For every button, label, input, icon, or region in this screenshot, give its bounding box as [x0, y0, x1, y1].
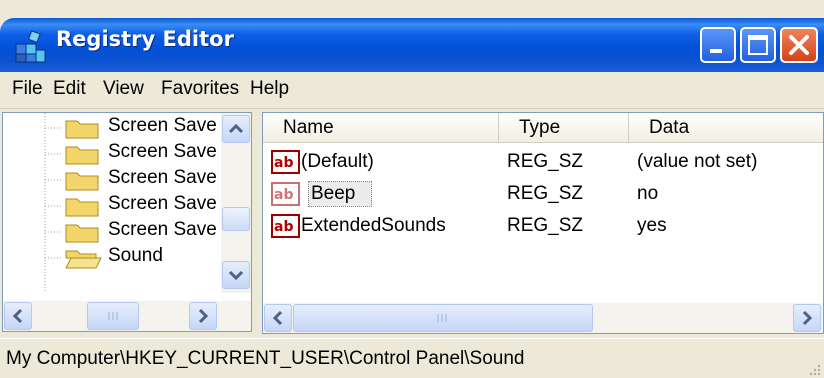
status-bar: My Computer\HKEY_CURRENT_USER\Control Pa…: [0, 338, 824, 378]
chevron-right-icon: [198, 308, 209, 324]
values-list-pane[interactable]: Name Type Data ab (Default) REG_SZ (valu…: [262, 112, 824, 334]
folder-icon: [65, 172, 99, 191]
value-data: (value not set): [637, 151, 758, 172]
tree-item[interactable]: Screen Save: [3, 167, 223, 193]
grip-icon: [437, 314, 447, 322]
value-type: REG_SZ: [507, 183, 584, 204]
scroll-up-button[interactable]: [222, 115, 250, 143]
minimize-button[interactable]: [700, 27, 736, 63]
chevron-right-icon: [802, 310, 813, 326]
maximize-icon: [748, 35, 768, 55]
tree-item-label: Screen Save: [108, 193, 217, 214]
value-type: REG_SZ: [507, 215, 584, 236]
value-name: (Default): [301, 151, 374, 172]
scroll-left-button[interactable]: [264, 304, 292, 332]
minimize-icon: [710, 49, 722, 53]
chevron-left-icon: [12, 308, 23, 324]
pane-splitter[interactable]: [252, 112, 262, 334]
svg-text:ab: ab: [274, 187, 293, 203]
svg-text:ab: ab: [274, 219, 293, 235]
tree-item[interactable]: Screen Save: [3, 141, 223, 167]
scroll-thumb[interactable]: [87, 302, 139, 330]
scroll-down-button[interactable]: [222, 261, 250, 289]
menu-view[interactable]: View: [103, 78, 144, 100]
status-key-path: My Computer\HKEY_CURRENT_USER\Control Pa…: [6, 348, 525, 369]
close-button[interactable]: [780, 27, 818, 63]
tree-vertical-scrollbar[interactable]: [221, 113, 251, 293]
resize-grip-icon[interactable]: [806, 361, 822, 377]
tree-item-label: Screen Save: [108, 219, 217, 240]
registry-editor-window: Registry Editor File Edit View Favorites…: [0, 0, 824, 378]
list-horizontal-scrollbar[interactable]: [263, 303, 823, 333]
tree-item[interactable]: Screen Save: [3, 193, 223, 219]
tree-item-label: Screen Save: [108, 167, 217, 188]
registry-value-row[interactable]: ab ExtendedSounds REG_SZ yes: [263, 213, 803, 243]
column-header-type[interactable]: Type: [499, 113, 629, 143]
tree-item-sound[interactable]: Sound: [3, 245, 223, 271]
string-value-icon: ab: [271, 150, 300, 174]
tree-item[interactable]: Screen Save: [3, 219, 223, 245]
tree-item-label: Screen Save: [108, 115, 217, 136]
registry-editor-icon: [15, 30, 46, 63]
scroll-right-button[interactable]: [189, 302, 217, 330]
tree-horizontal-scrollbar[interactable]: [3, 301, 251, 331]
tree-item[interactable]: Screen Save: [3, 115, 223, 141]
tree-item-label: Sound: [108, 245, 163, 266]
close-icon: [789, 35, 809, 55]
string-value-icon: ab: [271, 214, 300, 238]
key-tree-pane[interactable]: Screen Save Screen Save Screen Save Scre…: [2, 112, 252, 332]
scroll-right-button[interactable]: [793, 304, 821, 332]
window-title: Registry Editor: [56, 27, 234, 51]
menu-edit[interactable]: Edit: [53, 78, 86, 100]
menu-file[interactable]: File: [12, 78, 43, 100]
maximize-button[interactable]: [740, 27, 776, 63]
scroll-left-button[interactable]: [4, 302, 32, 330]
chevron-down-icon: [228, 270, 244, 281]
folder-icon: [65, 224, 99, 243]
folder-icon: [65, 198, 99, 217]
menu-help[interactable]: Help: [250, 78, 289, 100]
value-name: ExtendedSounds: [301, 215, 446, 236]
value-data: yes: [637, 215, 667, 236]
open-folder-icon: [65, 250, 102, 269]
value-name: Beep: [311, 183, 356, 204]
chevron-up-icon: [228, 123, 244, 134]
column-header-name[interactable]: Name: [263, 113, 499, 143]
chevron-left-icon: [272, 310, 283, 326]
svg-text:ab: ab: [274, 155, 293, 171]
registry-value-row-selected[interactable]: ab Beep REG_SZ no: [263, 181, 803, 211]
menu-bar: File Edit View Favorites Help: [0, 72, 824, 109]
value-data: no: [637, 183, 659, 204]
string-value-icon: ab: [271, 182, 300, 206]
scroll-thumb[interactable]: [293, 304, 593, 332]
column-header-data[interactable]: Data: [629, 113, 823, 143]
title-bar[interactable]: Registry Editor: [0, 0, 824, 72]
menu-favorites[interactable]: Favorites: [161, 78, 239, 100]
value-type: REG_SZ: [507, 151, 584, 172]
registry-value-row[interactable]: ab (Default) REG_SZ (value not set): [263, 149, 803, 179]
grip-icon: [108, 312, 118, 320]
scroll-thumb[interactable]: [222, 207, 250, 231]
folder-icon: [65, 120, 99, 139]
folder-icon: [65, 146, 99, 165]
tree-item-label: Screen Save: [108, 141, 217, 162]
